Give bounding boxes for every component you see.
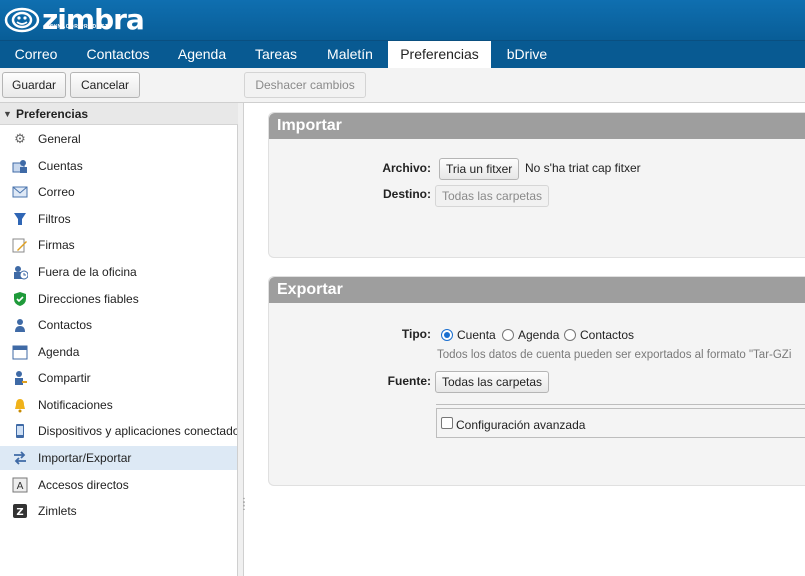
shield-icon xyxy=(12,291,28,307)
sidebar-item-label: Agenda xyxy=(38,345,80,359)
app-tabs: Correo Contactos Agenda Tareas Maletín P… xyxy=(0,40,805,69)
mail-icon xyxy=(12,184,28,200)
choose-file-button[interactable]: Tria un fitxer xyxy=(439,158,520,180)
file-label: Archivo: xyxy=(382,161,431,175)
export-panel: Exportar Tipo: Cuenta Agenda Contactos T… xyxy=(268,276,805,486)
type-contactos-radio[interactable] xyxy=(564,329,576,341)
sidebar-item-dispositivos[interactable]: Dispositivos y aplicaciones conectados xyxy=(0,419,237,443)
sidebar-item-label: Firmas xyxy=(38,238,75,252)
tab-preferencias[interactable]: Preferencias xyxy=(388,41,491,69)
export-panel-title: Exportar xyxy=(269,277,805,303)
sidebar-title: Preferencias xyxy=(16,107,89,121)
sidebar-item-zimlets[interactable]: Z Zimlets xyxy=(0,499,237,523)
sidebar-item-filtros[interactable]: Filtros xyxy=(0,207,237,231)
out-of-office-icon xyxy=(12,264,29,280)
filter-icon xyxy=(12,211,28,227)
sidebar-item-label: Zimlets xyxy=(38,504,77,518)
sidebar-item-label: Cuentas xyxy=(38,159,83,173)
import-export-icon xyxy=(12,450,28,466)
advanced-settings-box: Configuración avanzada xyxy=(436,408,805,438)
sidebar-item-agenda[interactable]: Agenda xyxy=(0,340,237,364)
zimbra-logo[interactable]: zimbra xyxy=(4,5,145,35)
source-label: Fuente: xyxy=(387,374,431,388)
app-header: zimbra A SYNACOR PRODUCT xyxy=(0,0,805,40)
source-folder-button[interactable]: Todas las carpetas xyxy=(435,371,550,393)
shortcuts-icon: A xyxy=(12,477,28,493)
calendar-icon xyxy=(12,344,28,360)
cancel-button[interactable]: Cancelar xyxy=(70,72,140,98)
file-status: No s'ha triat cap fitxer xyxy=(525,161,641,175)
import-panel-title: Importar xyxy=(269,113,805,139)
advanced-settings-label[interactable]: Configuración avanzada xyxy=(456,418,585,432)
import-export-content: Importar Archivo: Tria un fitxer No s'ha… xyxy=(245,103,805,576)
brand-tagline: A SYNACOR PRODUCT xyxy=(44,24,109,30)
sidebar-item-cuentas[interactable]: Cuentas xyxy=(0,154,237,178)
sidebar-item-firmas[interactable]: Firmas xyxy=(0,233,237,257)
preferences-sidebar: ▼ Preferencias ⚙ General Cuentas Correo … xyxy=(0,103,238,576)
toolbar: Guardar Cancelar Deshacer cambios xyxy=(0,68,805,103)
sidebar-item-label: Dispositivos y aplicaciones conectados xyxy=(38,424,237,438)
save-button[interactable]: Guardar xyxy=(2,72,66,98)
accounts-icon xyxy=(12,158,28,174)
tab-agenda[interactable]: Agenda xyxy=(164,41,240,68)
type-contactos-label[interactable]: Contactos xyxy=(580,328,634,342)
sidebar-item-importar-exportar[interactable]: Importar/Exportar xyxy=(0,446,237,470)
type-agenda-radio[interactable] xyxy=(502,329,514,341)
sidebar-item-label: Compartir xyxy=(38,371,91,385)
sidebar-item-label: Direcciones fiables xyxy=(38,292,139,306)
type-cuenta-label[interactable]: Cuenta xyxy=(457,328,496,342)
sidebar-item-label: Notificaciones xyxy=(38,398,113,412)
advanced-settings-checkbox[interactable] xyxy=(441,417,453,429)
type-cuenta-radio[interactable] xyxy=(441,329,453,341)
undo-changes-button[interactable]: Deshacer cambios xyxy=(244,72,366,98)
contact-icon xyxy=(12,317,28,333)
destination-label: Destino: xyxy=(383,187,431,201)
sidebar-item-label: Importar/Exportar xyxy=(38,451,132,465)
tab-tareas[interactable]: Tareas xyxy=(240,41,312,68)
gear-icon: ⚙ xyxy=(14,131,26,146)
destination-folder-button[interactable]: Todas las carpetas xyxy=(435,185,550,207)
share-icon xyxy=(12,370,28,386)
signature-icon xyxy=(12,237,28,253)
tab-correo[interactable]: Correo xyxy=(0,41,72,68)
tab-contactos[interactable]: Contactos xyxy=(72,41,164,68)
advanced-divider xyxy=(436,404,805,405)
sidebar-item-notificaciones[interactable]: Notificaciones xyxy=(0,393,237,417)
zimlets-icon: Z xyxy=(12,503,28,519)
device-icon xyxy=(12,423,28,439)
sidebar-item-general[interactable]: ⚙ General xyxy=(0,127,237,151)
sidebar-item-label: General xyxy=(38,132,81,146)
sidebar-header[interactable]: ▼ Preferencias xyxy=(0,103,238,125)
bell-icon xyxy=(12,397,28,413)
sidebar-item-label: Accesos directos xyxy=(38,478,129,492)
sidebar-item-compartir[interactable]: Compartir xyxy=(0,366,237,390)
sidebar-item-contactos[interactable]: Contactos xyxy=(0,313,237,337)
type-label: Tipo: xyxy=(401,327,431,341)
sidebar-item-accesos-directos[interactable]: A Accesos directos xyxy=(0,473,237,497)
sidebar-item-fuera-oficina[interactable]: Fuera de la oficina xyxy=(0,260,237,284)
sidebar-item-label: Filtros xyxy=(38,212,71,226)
export-hint: Todos los datos de cuenta pueden ser exp… xyxy=(437,349,792,361)
sidebar-item-correo[interactable]: Correo xyxy=(0,180,237,204)
tab-maletin[interactable]: Maletín xyxy=(312,41,388,68)
import-panel: Importar Archivo: Tria un fitxer No s'ha… xyxy=(268,112,805,258)
type-agenda-label[interactable]: Agenda xyxy=(518,328,559,342)
collapse-triangle-icon[interactable]: ▼ xyxy=(3,103,12,125)
sidebar-item-label: Correo xyxy=(38,185,75,199)
sidebar-item-direcciones-fiables[interactable]: Direcciones fiables xyxy=(0,287,237,311)
zimbra-logo-icon xyxy=(4,7,40,33)
tab-bdrive[interactable]: bDrive xyxy=(491,41,563,68)
sidebar-item-label: Contactos xyxy=(38,318,93,332)
svg-text:Z: Z xyxy=(16,507,23,518)
sidebar-item-label: Fuera de la oficina xyxy=(38,265,137,279)
sidebar-splitter[interactable]: ⋮ ⋮ xyxy=(238,103,249,576)
svg-text:A: A xyxy=(17,481,24,492)
